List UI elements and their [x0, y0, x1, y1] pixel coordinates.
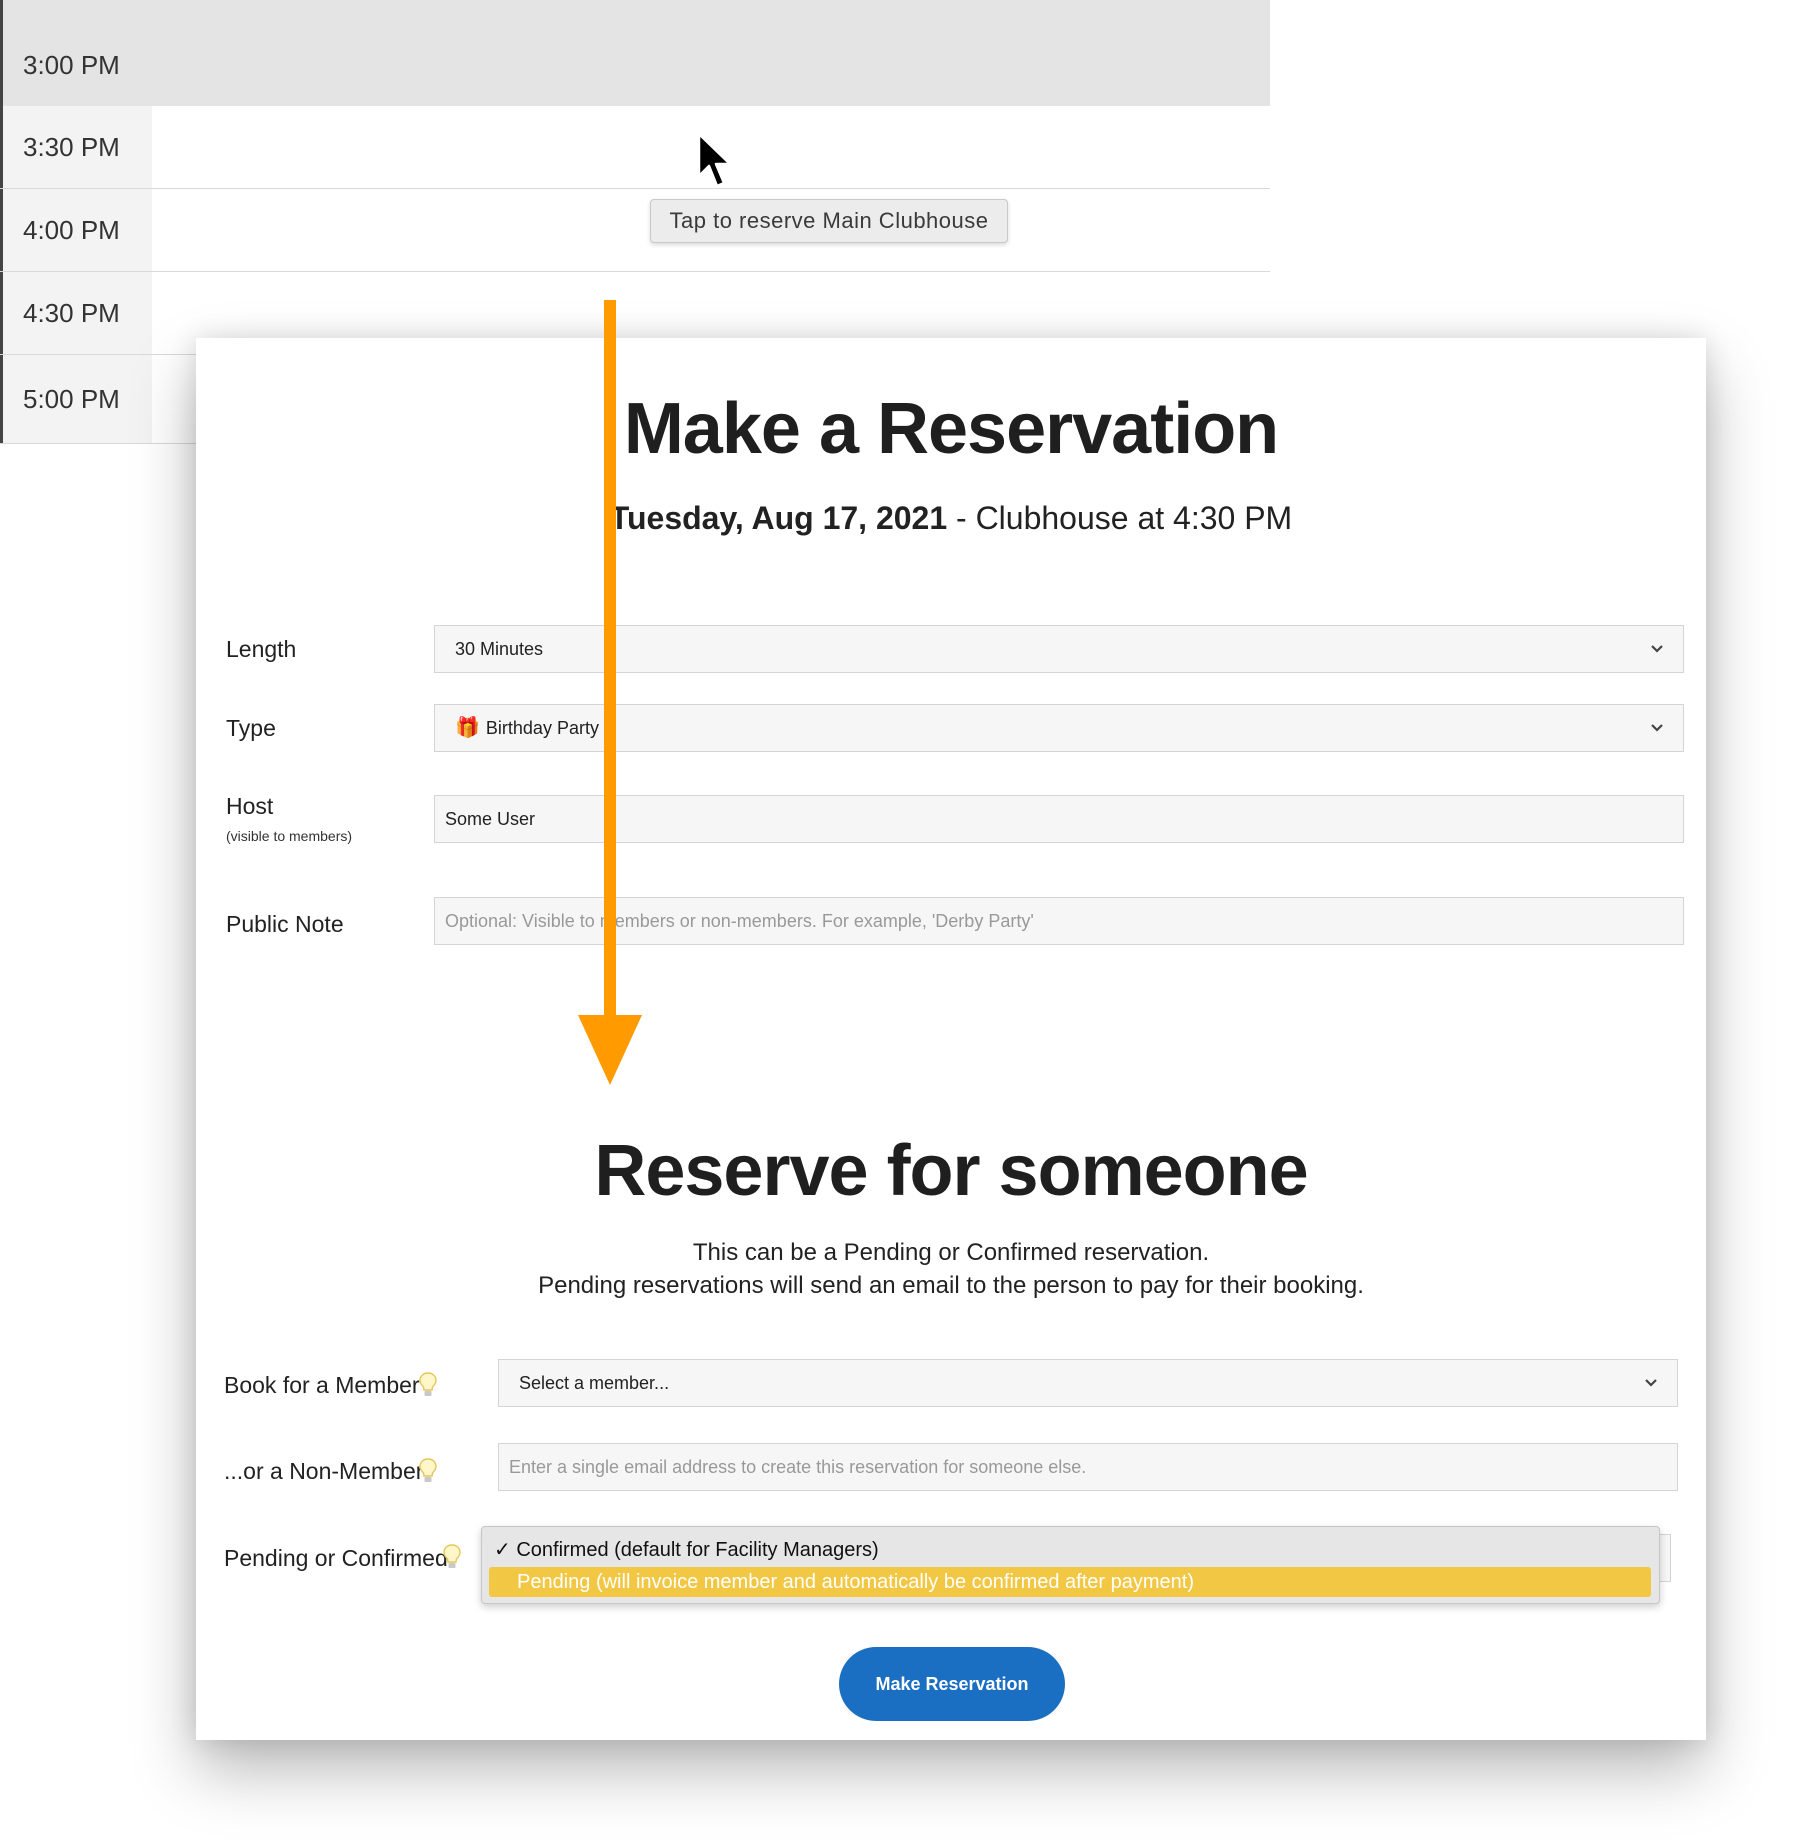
time-slot-row[interactable]: 3:30 PM — [0, 106, 1270, 189]
non-member-email-placeholder: Enter a single email address to create t… — [509, 1456, 1087, 1477]
time-slot-label: 4:30 PM — [0, 272, 152, 354]
status-option-pending[interactable]: Pending (will invoice member and automat… — [489, 1567, 1651, 1597]
reserve-for-someone-description: This can be a Pending or Confirmed reser… — [196, 1236, 1706, 1302]
non-member-email-input[interactable]: Enter a single email address to create t… — [498, 1443, 1678, 1491]
time-slot-label: 5:00 PM — [0, 355, 152, 443]
annotation-arrow-icon — [578, 300, 642, 1085]
reservation-summary: Tuesday, Aug 17, 2021 - Clubhouse at 4:3… — [196, 500, 1706, 537]
chevron-down-icon — [1651, 724, 1663, 732]
lightbulb-icon[interactable] — [419, 1458, 437, 1484]
time-slot-label: 3:00 PM — [0, 0, 152, 106]
reservation-facility-time: - Clubhouse at 4:30 PM — [947, 500, 1293, 536]
make-reservation-button[interactable]: Make Reservation — [839, 1647, 1065, 1721]
description-line: Pending reservations will send an email … — [538, 1272, 1364, 1299]
option-label: Confirmed (default for Facility Managers… — [516, 1539, 879, 1561]
host-value: Some User — [445, 808, 536, 829]
lightbulb-icon[interactable] — [443, 1544, 461, 1570]
time-slot-label: 3:30 PM — [0, 106, 152, 188]
public-note-label: Public Note — [226, 911, 344, 937]
reserve-for-someone-heading: Reserve for someone — [594, 1131, 1308, 1211]
type-label: Type — [226, 715, 276, 741]
book-member-label: Book for a Member — [224, 1372, 420, 1398]
non-member-label: ...or a Non-Member — [224, 1458, 424, 1484]
checkmark-icon: ✓ — [494, 1539, 511, 1561]
length-label: Length — [226, 636, 297, 662]
time-slot-row[interactable]: 3:00 PM — [0, 0, 1270, 106]
lightbulb-icon[interactable] — [419, 1372, 437, 1398]
host-label: Host — [226, 793, 274, 819]
reserve-tooltip: Tap to reserve Main Clubhouse — [650, 199, 1008, 243]
reservation-modal: Make a Reservation Tuesday, Aug 17, 2021… — [196, 338, 1706, 1740]
member-select-placeholder: Select a member... — [519, 1372, 670, 1393]
status-option-confirmed[interactable]: ✓ Confirmed (default for Facility Manage… — [494, 1537, 879, 1562]
time-slot-row[interactable]: 4:00 PM — [0, 189, 1270, 272]
mouse-pointer-icon — [697, 132, 732, 188]
host-hint: (visible to members) — [226, 828, 353, 844]
status-label: Pending or Confirmed — [224, 1545, 448, 1571]
chevron-down-icon — [1645, 1379, 1657, 1387]
length-value: 30 Minutes — [455, 638, 544, 659]
member-select[interactable]: Select a member... — [498, 1359, 1678, 1407]
public-note-placeholder: Optional: Visible to members or non-memb… — [445, 910, 1034, 931]
chevron-down-icon — [1651, 645, 1663, 653]
reservation-date: Tuesday, Aug 17, 2021 — [609, 500, 948, 536]
status-dropdown-menu: ✓ Confirmed (default for Facility Manage… — [481, 1526, 1660, 1604]
option-label: Pending (will invoice member and automat… — [517, 1570, 1194, 1593]
description-line: This can be a Pending or Confirmed reser… — [692, 1239, 1210, 1266]
gift-icon: 🎁 — [455, 717, 480, 739]
time-slot-label: 4:00 PM — [0, 189, 152, 271]
modal-title: Make a Reservation — [623, 389, 1279, 469]
